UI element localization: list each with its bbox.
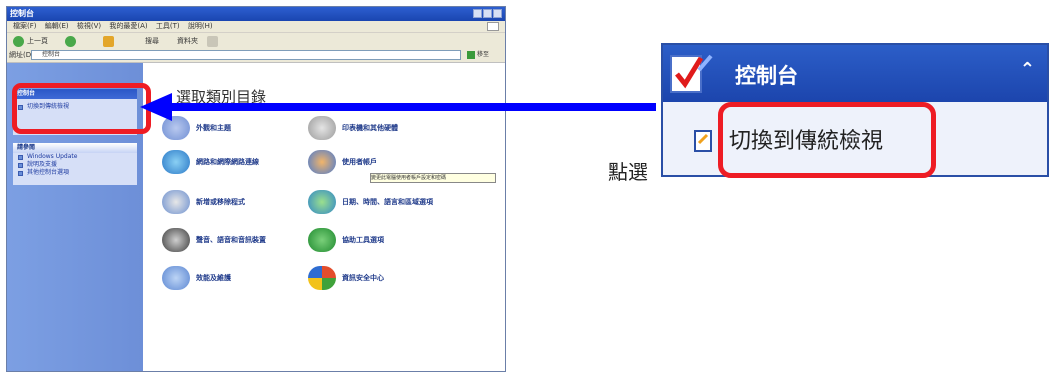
user-accounts-icon xyxy=(308,150,336,174)
pointer-arrow-head xyxy=(140,93,172,121)
category-printers[interactable]: 印表機和其他硬體 xyxy=(308,116,398,140)
forward-arrow-icon[interactable] xyxy=(65,36,76,47)
address-bar: 網址(D) 控制台 移至 xyxy=(7,48,505,63)
printers-icon xyxy=(308,116,336,140)
menu-favorites[interactable]: 我的最愛(A) xyxy=(109,22,147,30)
maximize-button[interactable] xyxy=(483,9,492,18)
menu-help[interactable]: 說明(H) xyxy=(188,22,213,30)
control-panel-window: 控制台 檔案(F) 編輯(E) 檢視(V) 我的最愛(A) 工具(T) 說明(H… xyxy=(6,6,506,372)
window-title: 控制台 xyxy=(10,9,34,18)
switch-view-icon xyxy=(694,130,712,152)
tooltip: 變更此電腦使用者帳戶設定和密碼 xyxy=(370,173,496,183)
add-remove-icon xyxy=(162,190,190,214)
up-folder-icon[interactable] xyxy=(103,36,114,47)
see-also-other-options[interactable]: 其他控制台選項 xyxy=(13,169,137,177)
menu-tools[interactable]: 工具(T) xyxy=(156,22,180,30)
performance-icon xyxy=(162,266,190,290)
collapse-chevron-icon[interactable]: ⌃ xyxy=(1020,59,1035,80)
go-button[interactable]: 移至 xyxy=(467,50,497,60)
highlight-box-small xyxy=(12,83,151,134)
see-also-help-support[interactable]: 說明及支援 xyxy=(13,161,137,169)
windows-logo-icon xyxy=(487,22,499,31)
category-date-time[interactable]: 日期、時間、語言和區域選項 xyxy=(308,190,433,214)
category-add-remove[interactable]: 新增或移除程式 xyxy=(162,190,245,214)
back-button-label[interactable]: 上一頁 xyxy=(27,36,48,46)
minimize-button[interactable] xyxy=(473,9,482,18)
highlight-box-large xyxy=(718,102,936,178)
toolbar: 上一頁 搜尋 資料夾 xyxy=(7,32,505,49)
category-performance[interactable]: 效能及維護 xyxy=(162,266,231,290)
menu-edit[interactable]: 編輯(E) xyxy=(45,22,69,30)
folders-button[interactable]: 資料夾 xyxy=(177,36,198,46)
search-button[interactable]: 搜尋 xyxy=(145,36,159,46)
date-time-icon xyxy=(308,190,336,214)
category-sound[interactable]: 聲音、語音和音訊裝置 xyxy=(162,228,266,252)
category-accessibility[interactable]: 協助工具選項 xyxy=(308,228,384,252)
control-panel-checkmark-icon xyxy=(670,54,713,93)
category-appearance[interactable]: 外觀和主題 xyxy=(162,116,231,140)
close-button[interactable] xyxy=(493,9,502,18)
sound-icon xyxy=(162,228,190,252)
category-security-center[interactable]: 資訊安全中心 xyxy=(308,266,384,290)
back-arrow-icon[interactable] xyxy=(13,36,24,47)
accessibility-icon xyxy=(308,228,336,252)
window-titlebar: 控制台 xyxy=(7,7,505,21)
category-user-accounts[interactable]: 使用者帳戶 xyxy=(308,150,377,174)
zoomed-task-box-header: 控制台 ⌃ xyxy=(663,45,1047,102)
zoomed-task-box-title: 控制台 xyxy=(735,64,798,88)
address-input[interactable]: 控制台 xyxy=(31,50,461,60)
instruction-text: 點選 xyxy=(608,160,648,184)
views-icon[interactable] xyxy=(207,36,218,47)
see-also-box: 請參閱 Windows Update 說明及支援 其他控制台選項 xyxy=(13,143,137,185)
menu-bar: 檔案(F) 編輯(E) 檢視(V) 我的最愛(A) 工具(T) 說明(H) xyxy=(7,21,505,32)
network-icon xyxy=(162,150,190,174)
category-network[interactable]: 網路和網際網路連線 xyxy=(162,150,259,174)
menu-view[interactable]: 檢視(V) xyxy=(77,22,101,30)
menu-file[interactable]: 檔案(F) xyxy=(13,22,37,30)
pointer-arrow-line xyxy=(170,103,656,111)
see-also-windows-update[interactable]: Windows Update xyxy=(13,153,137,161)
security-center-icon xyxy=(308,266,336,290)
see-also-title: 請參閱 xyxy=(13,143,137,153)
